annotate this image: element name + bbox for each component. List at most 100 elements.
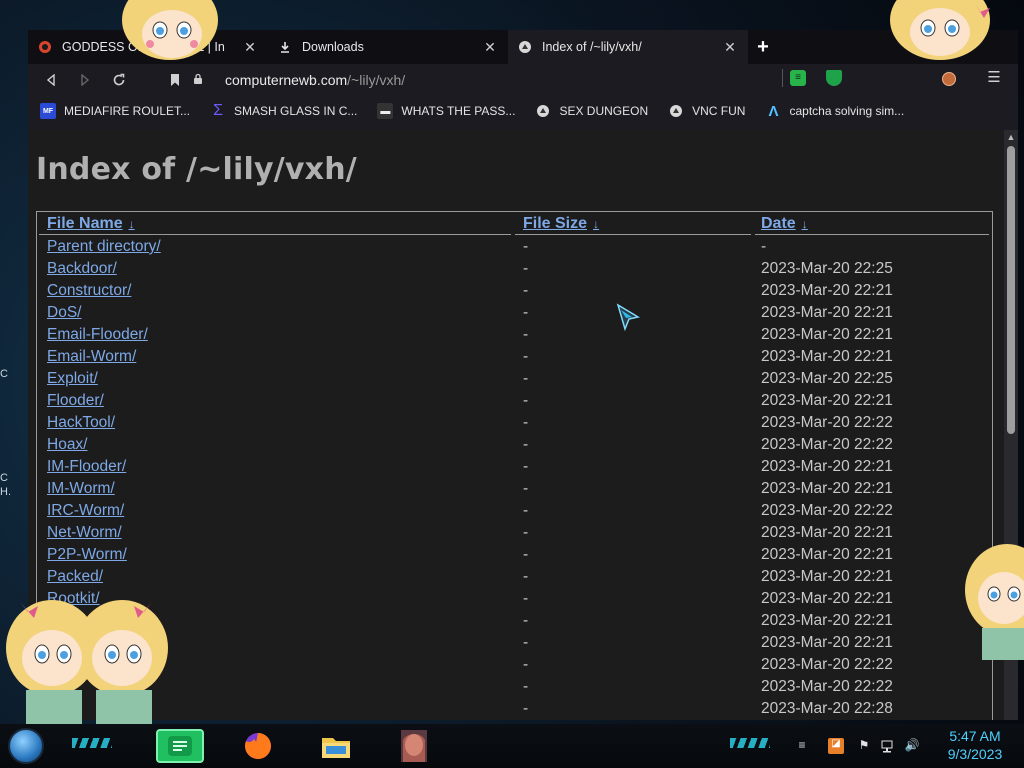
file-date-cell: 2023-Mar-20 22:21	[761, 304, 893, 321]
table-header: File Name ↓ File Size ↓ Date ↓	[37, 212, 992, 235]
tray-app-icon[interactable]: ◪	[828, 738, 844, 754]
bookmark-captcha[interactable]: Λ captcha solving sim...	[765, 103, 905, 120]
table-row: Email-Worm/ - 2023-Mar-20 22:21	[37, 346, 992, 368]
file-link[interactable]: Hoax/	[47, 436, 88, 454]
table-row: - 2023-Mar-20 22:22	[37, 676, 992, 698]
file-link[interactable]: DoS/	[47, 304, 81, 322]
taskbar: ≡ ◪ ⚑ 🔊 5:47 AM 9/3/2023	[0, 724, 1024, 768]
column-header-file-name[interactable]: File Name ↓	[47, 215, 135, 233]
file-link[interactable]: IM-Worm/	[47, 480, 115, 498]
desktop-fragment-text: C	[0, 472, 8, 484]
file-date-cell: 2023-Mar-20 22:21	[761, 348, 893, 365]
flag-icon[interactable]: ⚑	[856, 738, 872, 754]
header-divider	[755, 234, 989, 235]
file-link[interactable]: Email-Worm/	[47, 348, 136, 366]
bookmark-sex-dungeon[interactable]: SEX DUNGEON	[535, 103, 648, 119]
nav-bar: computernewb.com/~lily/vxh/	[28, 64, 1018, 96]
clock-date: 9/3/2023	[947, 746, 1003, 762]
address-bar[interactable]: computernewb.com/~lily/vxh/	[193, 67, 843, 93]
start-button[interactable]	[8, 728, 44, 764]
network-icon[interactable]	[880, 738, 896, 754]
close-icon[interactable]: ✕	[242, 39, 258, 56]
toolbar-divider	[782, 69, 783, 87]
sigma-icon: Σ	[213, 102, 223, 119]
bookmark-smash-glass[interactable]: Σ SMASH GLASS IN C...	[210, 102, 357, 119]
file-link[interactable]: IRC-Worm/	[47, 502, 124, 520]
column-header-file-size[interactable]: File Size ↓	[523, 215, 599, 233]
scrollbar-thumb[interactable]	[1007, 146, 1015, 434]
url-path: /~lily/vxh/	[347, 72, 406, 88]
file-link[interactable]: Net-Worm/	[47, 524, 122, 542]
hamburger-menu-icon[interactable]: ☰	[985, 68, 1003, 88]
firefox-icon[interactable]	[234, 729, 282, 763]
file-size-cell: -	[523, 436, 529, 453]
table-row: - 2023-Mar-20 22:21	[37, 610, 992, 632]
file-size-cell: -	[523, 502, 529, 519]
file-link[interactable]: Email-Flooder/	[47, 326, 148, 344]
forward-button[interactable]	[68, 66, 102, 94]
site-icon	[668, 103, 684, 119]
extension-green-icon[interactable]: ≡	[790, 70, 806, 86]
tray-show-hidden-icon[interactable]: ≡	[794, 738, 810, 754]
reload-button[interactable]	[102, 66, 136, 94]
file-size-cell: -	[523, 524, 529, 541]
shield-extension-icon[interactable]	[826, 70, 842, 86]
column-header-date[interactable]: Date ↓	[761, 215, 808, 233]
notes-app-icon[interactable]	[156, 729, 204, 763]
site-icon	[518, 40, 532, 54]
table-row: Backdoor/ - 2023-Mar-20 22:25	[37, 258, 992, 280]
cartoon-character-sticker	[122, 0, 218, 60]
scroll-up-arrow-icon[interactable]: ▲	[1004, 130, 1018, 144]
file-link[interactable]: Flooder/	[47, 392, 104, 410]
cartoon-character-sticker	[890, 0, 990, 60]
table-row: Parent directory/ - -	[37, 236, 992, 258]
file-date-cell: 2023-Mar-20 22:25	[761, 370, 893, 387]
table-row: Constructor/ - 2023-Mar-20 22:21	[37, 280, 992, 302]
file-link[interactable]: Packed/	[47, 568, 103, 586]
table-row: - 2023-Mar-20 22:28	[37, 698, 992, 720]
bookmark-label: SEX DUNGEON	[559, 104, 649, 118]
file-link[interactable]: Constructor/	[47, 282, 131, 300]
file-link[interactable]: Exploit/	[47, 370, 98, 388]
close-icon[interactable]: ✕	[482, 39, 498, 56]
table-row: IM-Flooder/ - 2023-Mar-20 22:21	[37, 456, 992, 478]
sort-arrow-icon: ↓	[128, 217, 135, 231]
bookmark-vnc-fun[interactable]: VNC FUN	[668, 103, 745, 119]
file-link[interactable]: P2P-Worm/	[47, 546, 127, 564]
file-listing-table: File Name ↓ File Size ↓ Date ↓ Parent direc…	[36, 211, 993, 720]
anime-app-icon[interactable]	[390, 729, 438, 763]
bookmark-label: MEDIAFIRE ROULET...	[64, 104, 191, 118]
dark-site-icon: ▬	[377, 103, 394, 119]
tab-index[interactable]: Index of /~lily/vxh/ ✕	[508, 30, 748, 64]
bookmark-label: WHATS THE PASS...	[401, 104, 516, 118]
bookmark-mediafire[interactable]: MF MEDIAFIRE ROULET...	[40, 103, 190, 119]
profile-avatar[interactable]	[942, 72, 956, 86]
header-divider	[515, 234, 751, 235]
table-row: - 2023-Mar-20 22:21	[37, 632, 992, 654]
back-button[interactable]	[34, 66, 68, 94]
file-date-cell: 2023-Mar-20 22:28	[761, 700, 893, 717]
volume-icon[interactable]: 🔊	[904, 738, 920, 754]
file-explorer-icon[interactable]	[312, 729, 360, 763]
clock-time: 5:47 AM	[949, 728, 1001, 744]
file-link[interactable]: HackTool/	[47, 414, 115, 432]
file-link[interactable]: Parent directory/	[47, 238, 161, 256]
bookmark-whats-the-pass[interactable]: ▬ WHATS THE PASS...	[377, 103, 515, 119]
bookmark-label: captcha solving sim...	[789, 104, 905, 118]
close-icon[interactable]: ✕	[722, 39, 738, 56]
file-date-cell: 2023-Mar-20 22:21	[761, 524, 893, 541]
new-tab-button[interactable]: +	[748, 30, 778, 64]
file-link[interactable]: IM-Flooder/	[47, 458, 126, 476]
desktop-fragment-text: H.	[0, 486, 11, 498]
table-row: Email-Flooder/ - 2023-Mar-20 22:21	[37, 324, 992, 346]
sort-arrow-icon: ↓	[593, 217, 600, 231]
cartoon-character-sticker	[965, 544, 1024, 660]
tab-downloads[interactable]: Downloads ✕	[268, 30, 508, 64]
file-size-cell: -	[523, 304, 529, 321]
file-link[interactable]: Backdoor/	[47, 260, 117, 278]
system-clock[interactable]: 5:47 AM 9/3/2023	[935, 727, 1015, 763]
file-size-cell: -	[523, 326, 529, 343]
file-date-cell: 2023-Mar-20 22:21	[761, 590, 893, 607]
bookmark-button[interactable]	[158, 66, 192, 94]
table-row: HackTool/ - 2023-Mar-20 22:22	[37, 412, 992, 434]
